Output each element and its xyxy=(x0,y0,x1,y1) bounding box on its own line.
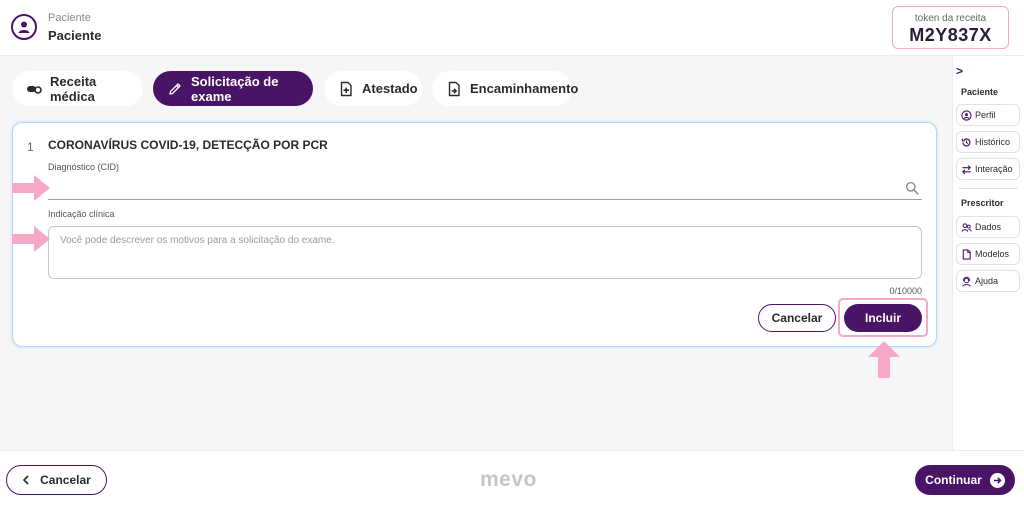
pill-icon xyxy=(27,85,42,94)
sidebar-item-interacao[interactable]: Interação xyxy=(956,158,1020,180)
users-icon xyxy=(961,222,972,232)
tab-label: Atestado xyxy=(362,81,418,96)
sidebar-item-modelos[interactable]: Modelos xyxy=(956,243,1020,265)
continue-button[interactable]: Continuar xyxy=(915,465,1015,495)
continue-label: Continuar xyxy=(925,473,982,487)
hint-arrow-up-icon xyxy=(868,341,900,378)
footer-cancel-label: Cancelar xyxy=(40,473,91,487)
sidebar-item-perfil[interactable]: Perfil xyxy=(956,104,1020,126)
sidebar-section-patient: Paciente xyxy=(961,87,999,97)
tab-atestado[interactable]: Atestado xyxy=(324,71,422,106)
sidebar-item-label: Modelos xyxy=(975,249,1010,259)
sidebar-item-label: Perfil xyxy=(975,110,996,120)
patient-avatar-icon xyxy=(11,14,37,40)
prescription-token-box: token da receita M2Y837X xyxy=(892,6,1009,49)
clinical-indication-label: Indicação clínica xyxy=(48,209,115,219)
hint-arrow-right-icon xyxy=(12,175,50,201)
support-agent-icon xyxy=(962,276,971,287)
history-icon xyxy=(961,137,971,147)
clinical-indication-textarea[interactable] xyxy=(48,226,922,279)
token-value: M2Y837X xyxy=(909,25,992,45)
sidebar-item-label: Dados xyxy=(975,222,1002,232)
arrow-right-circle-icon xyxy=(989,472,1005,488)
hint-arrow-right-icon xyxy=(12,226,50,252)
swap-arrows-icon xyxy=(962,164,971,174)
patient-name: Paciente xyxy=(48,28,102,43)
exam-title: CORONAVÍRUS COVID-19, DETECÇÃO POR PCR xyxy=(48,138,328,152)
tab-label: Encaminhamento xyxy=(470,81,579,96)
mevo-logo: mevo xyxy=(480,468,537,491)
sidebar-item-label: Histórico xyxy=(975,137,1011,147)
user-circle-icon xyxy=(961,109,972,121)
sidebar-item-label: Ajuda xyxy=(975,276,999,286)
character-counter: 0/10000 xyxy=(889,286,922,296)
tab-encaminhamento[interactable]: Encaminhamento xyxy=(432,71,578,106)
pencil-icon xyxy=(169,82,181,95)
sidebar-divider xyxy=(958,188,1018,189)
tab-label: Solicitação de exame xyxy=(191,73,279,104)
chevron-left-icon xyxy=(23,475,29,485)
top-header xyxy=(0,0,1024,56)
exam-item-number: 1 xyxy=(27,140,34,154)
search-icon[interactable] xyxy=(905,181,919,195)
sidebar-item-label: Interação xyxy=(975,164,1013,174)
document-arrow-icon xyxy=(448,81,460,96)
cancel-exam-button[interactable]: Cancelar xyxy=(758,304,836,332)
sidebar-item-ajuda[interactable]: Ajuda xyxy=(956,270,1020,292)
sidebar-item-dados[interactable]: Dados xyxy=(956,216,1020,238)
tab-label: Receita médica xyxy=(50,73,97,104)
tab-receita-medica[interactable]: Receita médica xyxy=(12,71,143,106)
footer-cancel-button[interactable]: Cancelar xyxy=(6,465,107,495)
token-caption: token da receita xyxy=(914,13,987,24)
include-exam-button[interactable]: Incluir xyxy=(844,304,922,332)
expand-sidebar-chevron-icon[interactable]: > xyxy=(956,64,963,78)
file-icon xyxy=(962,248,971,260)
tab-solicitacao-de-exame[interactable]: Solicitação de exame xyxy=(153,71,313,106)
patient-caption: Paciente xyxy=(48,12,91,24)
sidebar-item-historico[interactable]: Histórico xyxy=(956,131,1020,153)
diagnosis-cid-input[interactable] xyxy=(48,176,922,200)
document-plus-icon xyxy=(340,81,352,96)
diagnosis-cid-label: Diagnóstico (CID) xyxy=(48,162,120,172)
sidebar-section-prescriber: Prescritor xyxy=(961,198,1004,208)
